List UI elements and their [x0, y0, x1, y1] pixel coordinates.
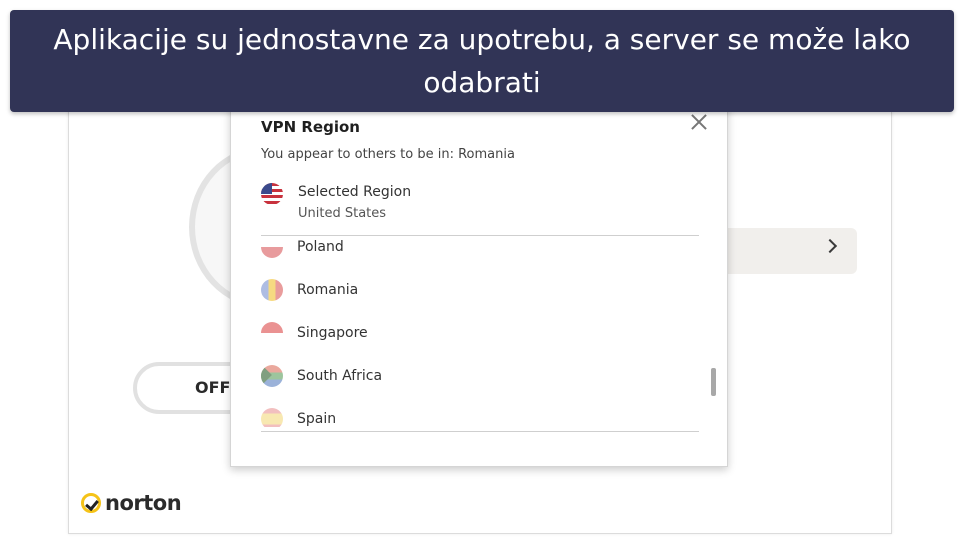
- region-item-label: Singapore: [297, 324, 368, 341]
- dialog-title: VPN Region: [261, 118, 360, 136]
- divider: [261, 235, 699, 236]
- caption-banner: Aplikacije su jednostavne za upotrebu, a…: [10, 10, 954, 112]
- list-scrollbar[interactable]: [711, 368, 716, 396]
- spain-flag-icon: [261, 407, 283, 427]
- romania-flag-icon: [261, 278, 283, 301]
- region-item-spain[interactable]: Spain: [261, 397, 661, 427]
- region-item-singapore[interactable]: Singapore: [261, 311, 661, 354]
- singapore-flag-icon: [261, 321, 283, 344]
- norton-logo: norton: [81, 491, 182, 515]
- selected-region-value: United States: [298, 206, 387, 221]
- region-item-label: Spain: [297, 410, 337, 427]
- us-flag-icon: [261, 183, 283, 205]
- chevron-right-icon: [822, 238, 838, 254]
- region-item-label: Poland: [297, 238, 344, 255]
- region-item-romania[interactable]: Romania: [261, 268, 661, 311]
- region-item-label: Romania: [297, 281, 359, 298]
- current-location-prefix: You appear to others to be in:: [261, 147, 459, 162]
- south-africa-flag-icon: [261, 364, 283, 387]
- divider: [261, 431, 699, 432]
- toggle-label: OFF: [195, 378, 231, 397]
- close-icon[interactable]: [691, 114, 707, 130]
- selected-region-label: Selected Region: [298, 184, 412, 200]
- caption-text: Aplikacije su jednostavne za upotrebu, a…: [53, 23, 911, 99]
- poland-flag-icon: [261, 237, 283, 258]
- brand-name: norton: [105, 491, 182, 515]
- norton-check-icon: [81, 493, 101, 513]
- current-location-text: You appear to others to be in: Romania: [261, 147, 515, 162]
- region-item-south-africa[interactable]: South Africa: [261, 354, 661, 397]
- current-location-country: Romania: [458, 147, 515, 162]
- region-item-poland[interactable]: Poland: [261, 237, 661, 268]
- region-item-label: South Africa: [297, 367, 383, 384]
- region-list: Poland Romania Singapore South Africa Sp…: [261, 237, 706, 427]
- region-selector-row[interactable]: [709, 228, 857, 274]
- vpn-region-dialog: VPN Region You appear to others to be in…: [230, 95, 728, 467]
